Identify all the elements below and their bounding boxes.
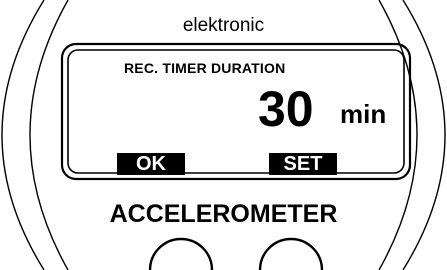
device-bezel <box>1 0 446 270</box>
device-panel: elektronic REC. TIMER DURATION 30 min OK… <box>0 0 447 270</box>
timer-value: 30 <box>258 81 314 137</box>
left-push-button[interactable] <box>148 237 214 270</box>
right-push-button[interactable] <box>258 237 324 270</box>
screen-title: REC. TIMER DURATION <box>124 60 286 76</box>
bezel-inner-right <box>378 0 418 270</box>
brand-label: elektronic <box>182 15 265 36</box>
ok-softkey[interactable]: OK <box>117 153 185 175</box>
set-softkey[interactable]: SET <box>269 153 337 175</box>
bezel-outer-left <box>1 0 45 270</box>
device-name-label: ACCELEROMETER <box>109 200 338 228</box>
timer-unit: min <box>340 99 387 129</box>
